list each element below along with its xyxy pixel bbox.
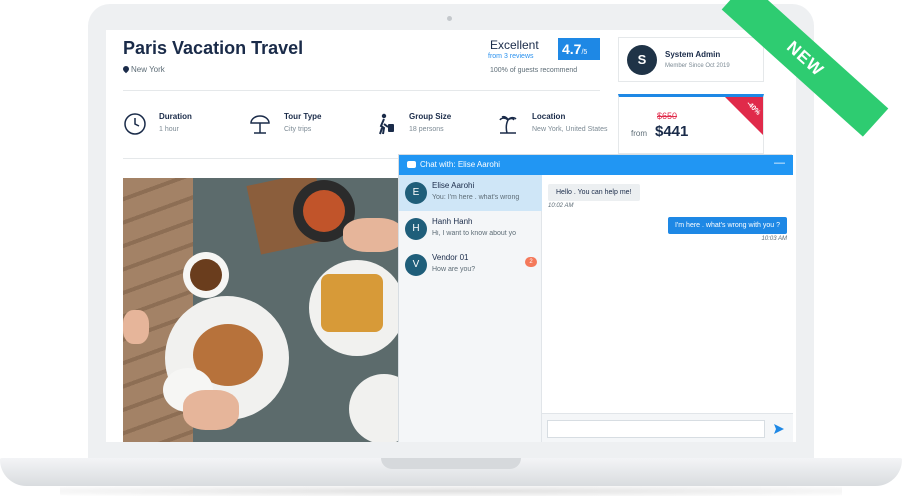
feature-label: Location: [532, 112, 566, 121]
send-icon[interactable]: [773, 423, 785, 435]
feature-value: New York, United States: [532, 126, 608, 133]
minimize-button[interactable]: —: [774, 157, 785, 169]
chat-header-prefix: Chat with:: [420, 160, 456, 169]
chat-window: Chat with: Elise Aarohi — E Elise Aarohi…: [398, 154, 793, 442]
photo-coffee: [190, 259, 222, 291]
message-composer: [542, 413, 793, 442]
chat-header-name: Elise Aarohi: [457, 160, 501, 169]
feature-value: 1 hour: [159, 126, 179, 133]
divider: [123, 90, 600, 91]
rating-label: Excellent: [490, 38, 539, 52]
photo-shakshuka: [303, 190, 345, 232]
photo-hand: [183, 390, 239, 430]
score-suffix: /5: [581, 49, 588, 56]
feature-label: Duration: [159, 112, 192, 121]
avatar: E: [405, 182, 427, 204]
contact-item[interactable]: E Elise Aarohi You: I'm here . what's wr…: [399, 175, 542, 211]
unread-badge: 2: [525, 257, 537, 267]
photo-hand: [123, 310, 149, 344]
laptop-shadow: [60, 486, 842, 496]
message-input[interactable]: [547, 420, 765, 438]
beach-umbrella-icon: [250, 115, 270, 134]
feature-label: Group Size: [409, 112, 452, 121]
camera-dot: [447, 16, 452, 21]
contact-preview: You: I'm here . what's wrong: [432, 194, 520, 201]
feature-value: 18 persons: [409, 126, 444, 133]
ribbon-container: NEW: [680, 0, 902, 150]
traveler-icon: [379, 113, 394, 135]
laptop-notch: [381, 458, 521, 469]
contact-item[interactable]: V Vendor 01 How are you? 2: [399, 247, 542, 283]
contact-name: Elise Aarohi: [432, 181, 475, 190]
avatar: H: [405, 218, 427, 240]
tour-photo: [123, 178, 399, 442]
new-ribbon: NEW: [721, 0, 889, 137]
palm-island-icon: [499, 115, 517, 134]
location-text: New York: [131, 65, 165, 74]
contact-list: E Elise Aarohi You: I'm here . what's wr…: [399, 175, 542, 442]
outgoing-message: I'm here . what's wrong with you ?: [668, 217, 787, 234]
score-badge: 4.7/5: [558, 38, 600, 60]
photo-hand: [343, 218, 399, 252]
recommend-text: 100% of guests recommend: [490, 67, 578, 74]
contact-item[interactable]: H Hanh Hanh Hi, I want to know about yo: [399, 211, 542, 247]
location-line: New York: [121, 64, 165, 74]
contact-name: Vendor 01: [432, 253, 469, 262]
message-panel: Hello . You can help me! 10:02 AM I'm he…: [542, 175, 793, 413]
chat-bubble-icon: [407, 161, 416, 168]
avatar: S: [627, 45, 657, 75]
outgoing-timestamp: 10:03 AM: [761, 236, 787, 242]
from-label: from: [631, 129, 647, 138]
feature-value: City trips: [284, 126, 312, 133]
photo-waffle: [321, 274, 383, 332]
incoming-timestamp: 10:02 AM: [548, 203, 574, 209]
chat-header[interactable]: Chat with: Elise Aarohi —: [399, 155, 793, 175]
map-pin-icon: [121, 64, 131, 74]
contact-preview: Hi, I want to know about yo: [432, 230, 517, 237]
avatar: V: [405, 254, 427, 276]
clock-icon: [124, 113, 146, 135]
page-title: Paris Vacation Travel: [123, 38, 304, 58]
contact-preview: How are you?: [432, 266, 476, 273]
feature-label: Tour Type: [284, 112, 322, 121]
score-value: 4.7: [562, 41, 582, 57]
old-price: $650: [657, 111, 678, 121]
reviews-link[interactable]: from 3 reviews: [488, 53, 534, 60]
contact-name: Hanh Hanh: [432, 217, 473, 226]
incoming-message: Hello . You can help me!: [548, 184, 640, 201]
